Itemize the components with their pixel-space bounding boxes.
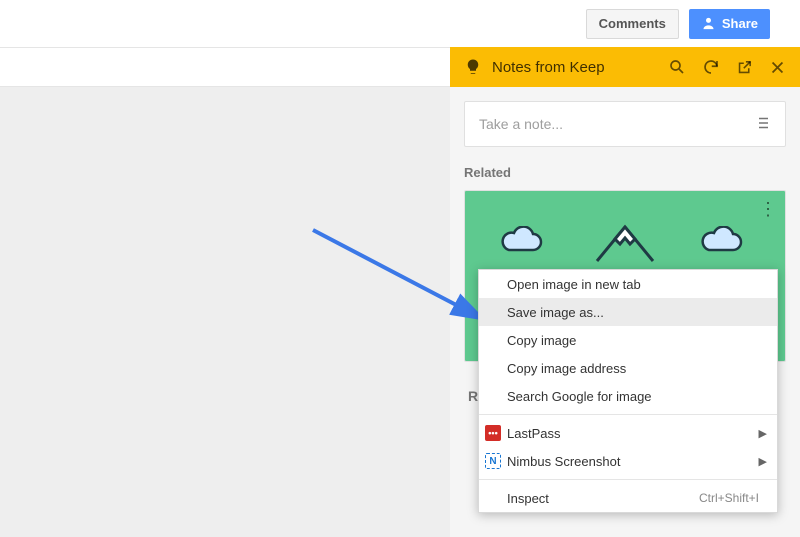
context-menu: Open image in new tab Save image as... C… [478,269,778,513]
annotation-arrow [308,225,498,335]
lastpass-icon: ••• [485,425,501,441]
menu-lastpass[interactable]: ••• LastPass ▶ [479,419,777,447]
menu-separator [479,414,777,415]
menu-copy-image-address[interactable]: Copy image address [479,354,777,382]
keep-title: Notes from Keep [492,59,652,76]
truncated-section-label: R [468,388,478,404]
chevron-right-icon: ▶ [759,455,767,468]
keep-header: Notes from Keep [450,47,800,87]
open-external-icon[interactable] [736,59,753,76]
list-icon[interactable] [753,114,771,135]
nimbus-icon: N [485,453,501,469]
related-label: Related [464,165,786,180]
top-toolbar: Comments Share [0,0,800,47]
refresh-icon[interactable] [702,58,720,76]
share-label: Share [722,16,758,31]
comments-button[interactable]: Comments [586,9,679,39]
more-icon[interactable]: ⋮ [759,199,777,220]
lightbulb-icon [464,58,482,76]
person-icon [701,16,716,31]
search-icon[interactable] [668,58,686,76]
note-placeholder: Take a note... [479,116,753,132]
shortcut-label: Ctrl+Shift+I [699,491,759,505]
mountain-icon [593,221,657,265]
menu-nimbus[interactable]: N Nimbus Screenshot ▶ [479,447,777,475]
menu-inspect[interactable]: Inspect Ctrl+Shift+I [479,484,777,512]
cloud-icon [695,226,745,256]
share-button[interactable]: Share [689,9,770,39]
menu-copy-image[interactable]: Copy image [479,326,777,354]
take-note-input[interactable]: Take a note... [464,101,786,147]
cloud-icon [495,226,545,256]
menu-save-image-as[interactable]: Save image as... [479,298,777,326]
menu-separator [479,479,777,480]
close-icon[interactable] [769,59,786,76]
menu-open-image[interactable]: Open image in new tab [479,270,777,298]
chevron-right-icon: ▶ [759,427,767,440]
menu-search-google[interactable]: Search Google for image [479,382,777,410]
